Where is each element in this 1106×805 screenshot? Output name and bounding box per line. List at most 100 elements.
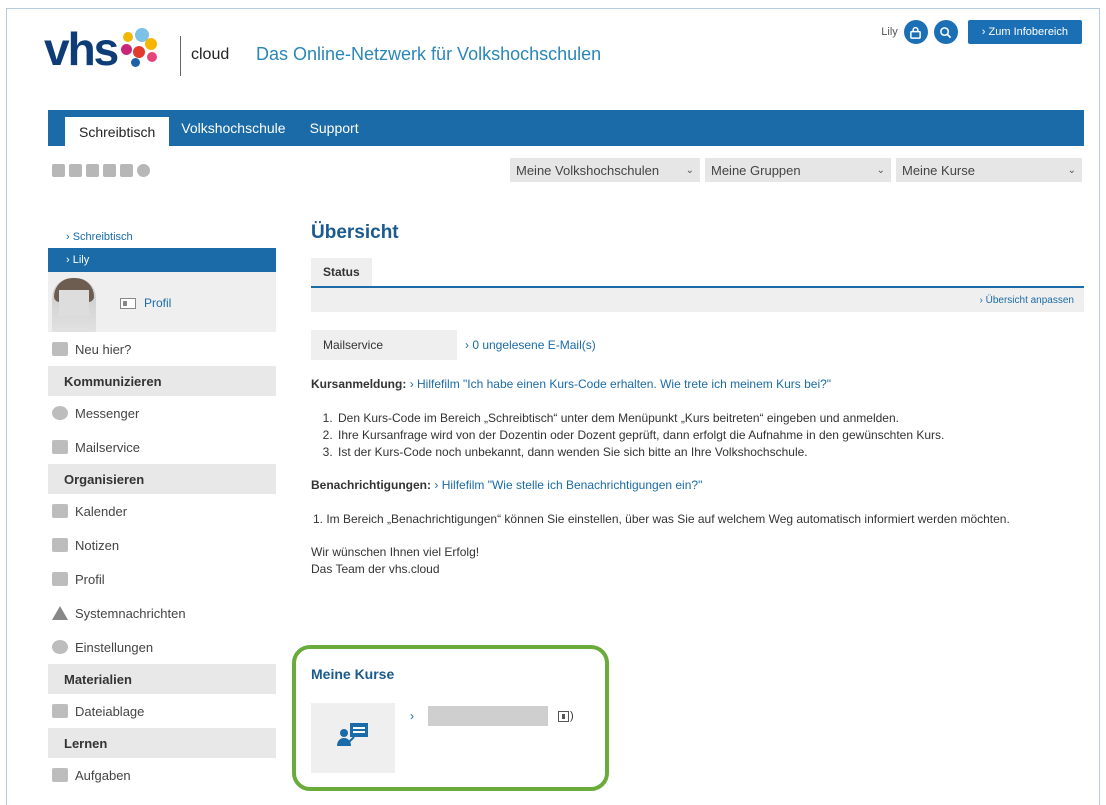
sidebar-item-label: Profil — [75, 571, 105, 587]
benachrichtigungen-help-link[interactable]: › Hilfefilm "Wie stelle ich Benachrichti… — [434, 478, 702, 492]
sidebar-item-dateiablage[interactable]: Dateiablage — [48, 694, 276, 728]
kursanmeldung-label: Kursanmeldung: — [311, 377, 407, 391]
profile-link[interactable]: Profil — [120, 296, 171, 310]
logo-text: vhs — [44, 23, 119, 75]
mailservice-row: Mailservice › 0 ungelesene E-Mail(s) — [311, 330, 1084, 360]
print-icon[interactable] — [120, 164, 133, 177]
pdf-icon[interactable] — [103, 164, 116, 177]
checkbox-icon — [52, 768, 68, 782]
logo-separator — [180, 36, 181, 76]
folder-icon — [52, 704, 68, 718]
sidebar-item-label: Notizen — [75, 537, 120, 553]
gear-icon — [52, 640, 68, 654]
notes-icon — [52, 538, 68, 552]
course-link[interactable]: › ) — [410, 706, 574, 726]
benachrichtigungen-line: Benachrichtigungen: › Hilfefilm "Wie ste… — [311, 477, 1084, 494]
list-item: Den Kurs-Code im Bereich „Schreibtisch“ … — [336, 410, 1084, 427]
kursanmeldung-help-link[interactable]: › Hilfefilm "Ich habe einen Kurs-Code er… — [410, 377, 831, 391]
sidebar-item-profil[interactable]: Profil — [48, 562, 276, 596]
select-kurse[interactable]: Meine Kurse ⌄ — [896, 158, 1082, 182]
chevron-down-icon: ⌄ — [876, 164, 885, 176]
sidebar-link-user[interactable]: › Lily — [48, 248, 276, 272]
overview-settings-bar: › Übersicht anpassen — [311, 288, 1084, 312]
login-icon[interactable] — [86, 164, 99, 177]
sidebar-item-label: Kalender — [75, 503, 128, 519]
closing-line-1: Wir wünschen Ihnen viel Erfolg! — [311, 545, 480, 559]
user-name[interactable]: Lily — [881, 26, 898, 38]
logo-dots-icon — [117, 28, 165, 72]
header-actions: Lily › Zum Infobereich — [881, 20, 1082, 44]
sidebar-item-systemnachrichten[interactable]: Systemnachrichten — [48, 596, 276, 630]
sidebar-item-label: Einstellungen — [75, 639, 154, 655]
vhs-logo[interactable]: vhs — [44, 26, 165, 72]
list-item: Im Bereich „Benachrichtigungen“ können S… — [311, 511, 1051, 528]
main-content: Übersicht Status › Übersicht anpassen Ma… — [311, 222, 1084, 578]
profile-card-icon — [120, 297, 136, 309]
sidebar-item-einstellungen[interactable]: Einstellungen — [48, 630, 276, 664]
select-label: Meine Volkshochschulen — [516, 162, 660, 178]
sidebar-item-label: Dateiablage — [75, 703, 145, 719]
status-tabbar: Status — [311, 258, 1084, 288]
tab-schreibtisch[interactable]: Schreibtisch — [65, 117, 170, 146]
profile-label: Profil — [144, 296, 172, 310]
unread-mail-link[interactable]: › 0 ungelesene E-Mail(s) — [465, 338, 596, 352]
meine-kurse-title: Meine Kurse — [311, 666, 395, 682]
sidebar-item-label: Neu hier? — [75, 341, 132, 357]
toolbar-icons — [52, 164, 150, 177]
list-item: Ihre Kursanfrage wird von der Dozentin o… — [336, 427, 1084, 444]
infobereich-button[interactable]: › Zum Infobereich — [967, 20, 1082, 44]
select-gruppen[interactable]: Meine Gruppen ⌄ — [705, 158, 891, 182]
kurs-steps-list: Den Kurs-Code im Bereich „Schreibtisch“ … — [336, 410, 1084, 461]
main-nav: Schreibtisch Volkshochschule Support — [48, 110, 1084, 146]
course-name-redacted — [428, 706, 548, 726]
select-label: Meine Kurse — [902, 162, 975, 178]
sidebar-item-label: Messenger — [75, 405, 140, 421]
chevron-down-icon: ⌄ — [1067, 164, 1076, 176]
page-title: Übersicht — [311, 222, 399, 243]
select-volkshochschulen[interactable]: Meine Volkshochschulen ⌄ — [510, 158, 700, 182]
note-icon[interactable] — [69, 164, 82, 177]
search-icon[interactable] — [933, 20, 958, 44]
sidebar-item-kalender[interactable]: Kalender — [48, 494, 276, 528]
sidebar-heading-lernen: Lernen — [48, 728, 276, 758]
sidebar-item-messenger[interactable]: Messenger — [48, 396, 276, 430]
messenger-icon — [52, 406, 68, 420]
user-badge-icon — [558, 710, 569, 722]
header-tagline: Das Online-Netzwerk für Volkshochschulen — [256, 44, 602, 64]
course-suffix: ) — [570, 710, 574, 722]
mail-icon — [52, 440, 68, 454]
warning-icon — [52, 606, 68, 620]
anpassen-link[interactable]: › Übersicht anpassen — [980, 295, 1075, 306]
closing-line-2: Das Team der vhs.cloud — [311, 562, 440, 576]
calendar-icon — [52, 504, 68, 518]
sidebar-item-label: Systemnachrichten — [75, 605, 186, 621]
avatar[interactable] — [52, 278, 96, 332]
sidebar-item-aufgaben[interactable]: Aufgaben — [48, 758, 276, 792]
lock-icon[interactable] — [903, 20, 928, 44]
tab-status[interactable]: Status — [311, 258, 372, 286]
list-item: Ist der Kurs-Code noch unbekannt, dann w… — [336, 444, 1084, 461]
benachrichtigungen-label: Benachrichtigungen: — [311, 478, 432, 492]
sidebar-item-neu-hier[interactable]: Neu hier? — [48, 332, 276, 366]
kursanmeldung-line: Kursanmeldung: › Hilfefilm "Ich habe ein… — [311, 376, 1084, 393]
mailservice-label: Mailservice — [311, 330, 457, 360]
sidebar-link-schreibtisch[interactable]: › Schreibtisch — [48, 226, 276, 248]
sidebar-item-mailservice[interactable]: Mailservice — [48, 430, 276, 464]
sidebar-item-label: Mailservice — [75, 439, 141, 455]
logo-cloud-label: cloud — [191, 46, 230, 63]
sidebar-profile: Profil — [48, 272, 276, 332]
sidebar-item-notizen[interactable]: Notizen — [48, 528, 276, 562]
tab-volkshochschule[interactable]: Volkshochschule — [169, 110, 297, 146]
chevron-down-icon: ⌄ — [685, 164, 694, 176]
sidebar: › Schreibtisch › Lily Profil Neu hier? K… — [48, 226, 276, 792]
sitemap-icon[interactable] — [52, 164, 65, 177]
course-role-badge: ) — [558, 710, 574, 722]
sidebar-heading-kommunizieren: Kommunizieren — [48, 366, 276, 396]
user-question-icon — [52, 342, 68, 356]
sidebar-item-label: Aufgaben — [75, 767, 131, 783]
course-tile[interactable] — [311, 703, 395, 773]
tab-support[interactable]: Support — [298, 110, 371, 146]
toolbar-selects: Meine Volkshochschulen ⌄ Meine Gruppen ⌄… — [510, 158, 1082, 182]
help-icon[interactable] — [137, 164, 150, 177]
course-teacher-icon — [337, 723, 368, 746]
